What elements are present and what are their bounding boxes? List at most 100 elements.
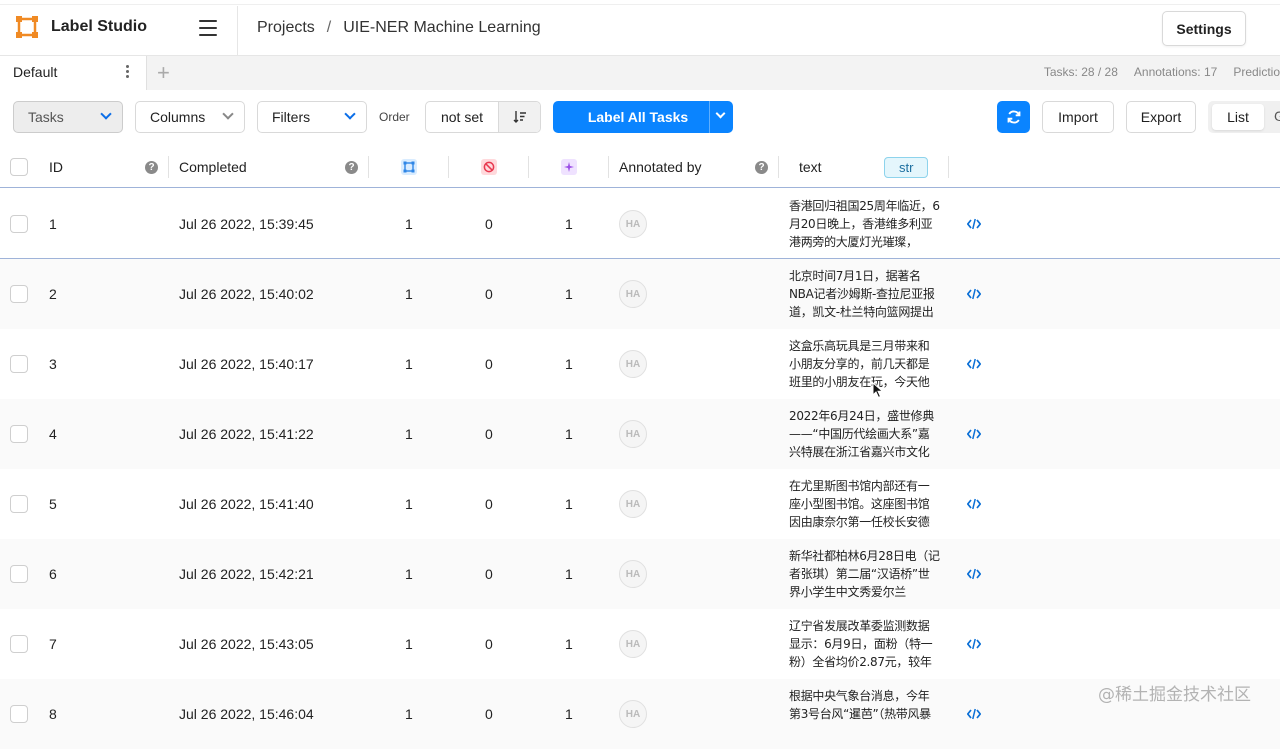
columns-dropdown[interactable]: Columns	[135, 101, 245, 133]
table-row[interactable]: 4 Jul 26 2022, 15:41:22 1 0 1 HA 2022年6月24日，盛世…	[0, 399, 1280, 469]
cell-id: 1	[49, 216, 57, 232]
view-grid-option[interactable]: G	[1274, 108, 1280, 124]
settings-button[interactable]: Settings	[1162, 11, 1246, 46]
cell-total-annotations: 1	[405, 496, 413, 512]
breadcrumb: Projects / UIE-NER Machine Learning	[257, 19, 541, 37]
table-row[interactable]: 2 Jul 26 2022, 15:40:02 1 0 1 HA 北京时间7月1日，据著名N…	[0, 259, 1280, 329]
header-annotated-by[interactable]: Annotated by	[619, 146, 702, 188]
cell-text: 辽宁省发展改革委监测数据显示：6月9日，面粉（特一粉）全省均价2.87元，较年	[789, 619, 933, 669]
cell-cancelled: 0	[485, 636, 493, 652]
cell-cancelled: 0	[485, 356, 493, 372]
cell-completed: Jul 26 2022, 15:40:02	[179, 286, 314, 302]
cell-annotated-by: HA	[619, 539, 647, 609]
code-icon[interactable]	[966, 357, 982, 373]
select-all-checkbox[interactable]	[10, 158, 28, 176]
avatar: HA	[619, 490, 647, 518]
code-icon[interactable]	[966, 707, 982, 723]
cell-annotated-by: HA	[619, 259, 647, 329]
header-top-strip	[0, 0, 1280, 5]
header-total-annotations[interactable]	[401, 146, 417, 188]
header-id[interactable]: ID	[49, 146, 63, 188]
code-icon[interactable]	[966, 637, 982, 653]
code-icon[interactable]	[966, 217, 982, 233]
code-icon[interactable]	[966, 287, 982, 303]
view-list-option[interactable]: List	[1212, 104, 1264, 130]
cell-predictions: 1	[565, 566, 573, 582]
refresh-button[interactable]	[997, 101, 1030, 133]
filters-dropdown[interactable]: Filters	[257, 101, 367, 133]
sort-direction-icon[interactable]	[498, 102, 540, 132]
breadcrumb-separator: /	[326, 19, 332, 36]
cell-text: 根据中央气象台消息，今年第3号台风“暹芭”（热带风暴	[789, 689, 931, 721]
cell-total-annotations: 1	[405, 216, 413, 232]
cell-cancelled: 0	[485, 286, 493, 302]
row-checkbox[interactable]	[10, 705, 28, 723]
header-cancelled-annotations[interactable]	[481, 146, 497, 188]
row-checkbox[interactable]	[10, 425, 28, 443]
chevron-down-icon[interactable]	[715, 108, 726, 119]
cell-text: 香港回归祖国25周年临近，6月20日晚上，香港维多利亚港两旁的大厦灯光璀璨，	[789, 199, 940, 249]
help-icon: ?	[755, 160, 768, 174]
header-annotated-by-help[interactable]: ?	[755, 146, 768, 188]
predictions-count: Predictio	[1233, 65, 1280, 79]
row-checkbox[interactable]	[10, 355, 28, 373]
tab-default[interactable]: Default	[0, 56, 147, 90]
header-completed-help[interactable]: ?	[345, 146, 358, 188]
select-all-cell	[10, 146, 28, 188]
header-completed[interactable]: Completed	[179, 146, 247, 188]
menu-hamburger-icon[interactable]	[199, 20, 217, 36]
label-all-tasks-label: Label All Tasks	[587, 109, 689, 125]
table-row[interactable]: 8 Jul 26 2022, 15:46:04 1 0 1 HA 根据中央气象台消息，今年第…	[0, 679, 1280, 749]
tasks-label: Tasks	[28, 109, 64, 125]
cell-total-annotations: 1	[405, 356, 413, 372]
columns-label: Columns	[150, 109, 206, 125]
avatar: HA	[619, 630, 647, 658]
header-id-help[interactable]: ?	[145, 146, 158, 188]
row-checkbox[interactable]	[10, 635, 28, 653]
tasks-dropdown[interactable]: Tasks	[13, 101, 123, 133]
table-header: ID ? Completed ? Annotated by ? text str	[0, 146, 1280, 188]
code-icon[interactable]	[966, 427, 982, 443]
order-value[interactable]: not set	[426, 102, 498, 132]
row-checkbox[interactable]	[10, 215, 28, 233]
table-row[interactable]: 1 Jul 26 2022, 15:39:45 1 0 1 HA 香港回归祖国25周年临近，…	[0, 189, 1280, 259]
row-checkbox[interactable]	[10, 565, 28, 583]
annotations-count: Annotations: 17	[1133, 65, 1218, 79]
annotations-icon	[401, 159, 417, 175]
import-button[interactable]: Import	[1042, 101, 1114, 133]
row-select-cell	[10, 259, 28, 329]
export-button[interactable]: Export	[1126, 101, 1196, 133]
app-header: Label Studio Projects / UIE-NER Machine …	[0, 0, 1280, 56]
cell-predictions: 1	[565, 706, 573, 722]
code-icon[interactable]	[966, 567, 982, 583]
table-row[interactable]: 3 Jul 26 2022, 15:40:17 1 0 1 HA 这盒乐高玩具是三月带来和小…	[0, 329, 1280, 399]
cell-cancelled: 0	[485, 496, 493, 512]
tab-more-icon[interactable]	[126, 65, 130, 79]
split-divider	[709, 101, 710, 133]
cell-id: 2	[49, 286, 57, 302]
row-checkbox[interactable]	[10, 285, 28, 303]
label-all-tasks-button[interactable]: Label All Tasks	[553, 101, 733, 133]
header-predictions[interactable]	[561, 146, 577, 188]
add-tab-button[interactable]: +	[157, 60, 170, 86]
header-text[interactable]: text	[799, 146, 822, 188]
cell-id: 6	[49, 566, 57, 582]
table-row[interactable]: 5 Jul 26 2022, 15:41:40 1 0 1 HA 在尤里斯图书馆内部还有一座…	[0, 469, 1280, 539]
column-separator	[778, 156, 779, 178]
cell-total-annotations: 1	[405, 426, 413, 442]
row-checkbox[interactable]	[10, 495, 28, 513]
row-select-cell	[10, 469, 28, 539]
logo[interactable]: Label Studio	[16, 16, 147, 38]
cell-cancelled: 0	[485, 566, 493, 582]
breadcrumb-project[interactable]: UIE-NER Machine Learning	[343, 19, 540, 37]
column-separator	[528, 156, 529, 178]
table-row[interactable]: 7 Jul 26 2022, 15:43:05 1 0 1 HA 辽宁省发展改革委监测数据显…	[0, 609, 1280, 679]
order-select[interactable]: not set	[425, 101, 541, 133]
column-separator	[168, 156, 169, 178]
breadcrumb-projects[interactable]: Projects	[257, 19, 315, 37]
help-icon: ?	[345, 160, 358, 174]
table-row[interactable]: 6 Jul 26 2022, 15:42:21 1 0 1 HA 新华社都柏林6月28日电（…	[0, 539, 1280, 609]
cell-text: 北京时间7月1日，据著名NBA记者沙姆斯-查拉尼亚报道，凯文-杜兰特向篮网提出	[789, 269, 935, 319]
cancelled-icon	[481, 159, 497, 175]
code-icon[interactable]	[966, 497, 982, 513]
